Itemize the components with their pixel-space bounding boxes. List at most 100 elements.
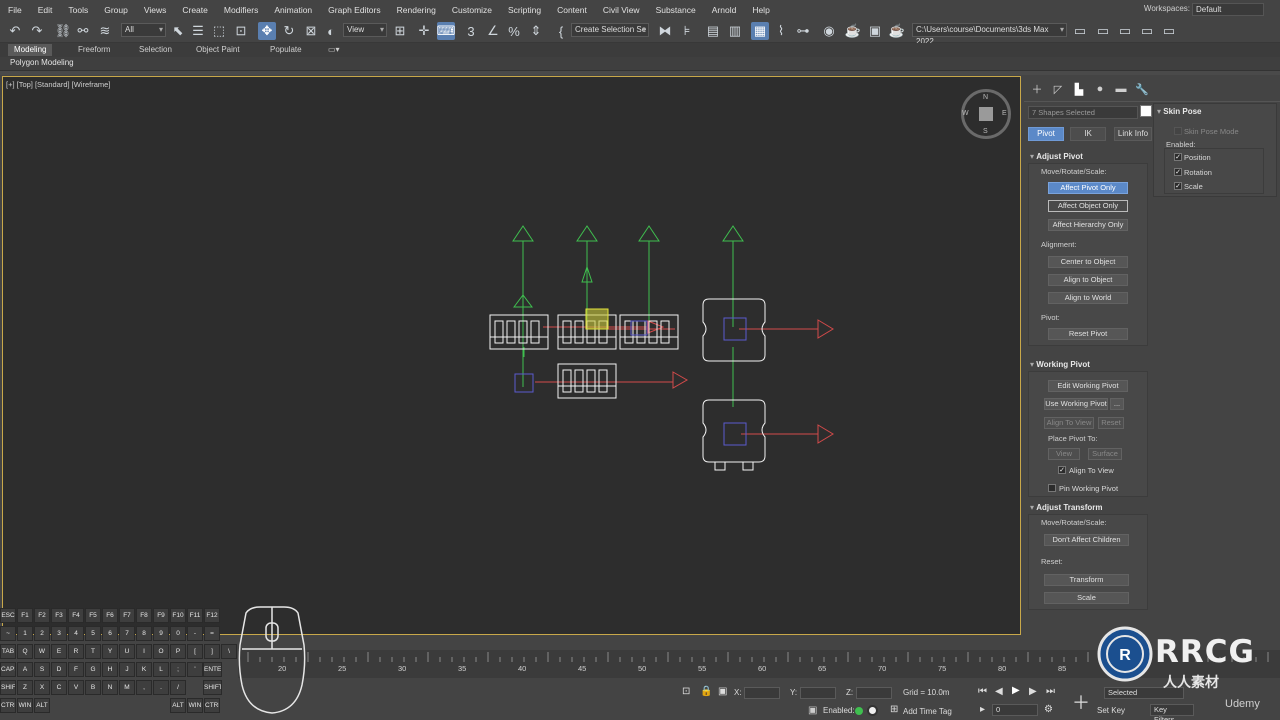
set-key-icon[interactable]: ＋ — [1072, 689, 1090, 715]
y-coord-field[interactable] — [800, 687, 836, 699]
adjust-transform-rollout-title[interactable]: Adjust Transform — [1030, 503, 1102, 512]
rotation-checkbox[interactable]: ✓ — [1174, 168, 1182, 176]
working-pivot-rollout-title[interactable]: Working Pivot — [1030, 360, 1090, 369]
edit-named-sets-icon[interactable]: { — [552, 22, 570, 40]
place-view-button[interactable]: View — [1048, 448, 1080, 460]
ribbon-toggle-icon[interactable]: ▦ — [751, 22, 769, 40]
add-folder-icon[interactable]: ▭ — [1160, 22, 1178, 40]
position-checkbox[interactable]: ✓ — [1174, 153, 1182, 161]
menu-item-views[interactable]: Views — [136, 5, 175, 15]
undo-icon[interactable]: ↶ — [6, 22, 24, 40]
reset-scale-button[interactable]: Scale — [1044, 592, 1129, 604]
motion-tab-icon[interactable]: ● — [1093, 82, 1107, 96]
rotate-icon[interactable]: ↻ — [280, 22, 298, 40]
pivot-tab[interactable]: Pivot — [1028, 127, 1064, 141]
menu-item-customize[interactable]: Customize — [444, 5, 500, 15]
create-tab-icon[interactable]: ＋ — [1030, 82, 1044, 96]
rendered-frame-icon[interactable]: ▣ — [866, 22, 884, 40]
layer-explorer-icon[interactable]: ▥ — [726, 22, 744, 40]
menu-item-scripting[interactable]: Scripting — [500, 5, 549, 15]
ribbon-tab-freeform[interactable]: Freeform — [72, 44, 116, 56]
project-path-select[interactable]: C:\Users\course\Documents\3ds Max 2022 — [912, 23, 1067, 46]
menu-item-edit[interactable]: Edit — [30, 5, 61, 15]
menu-item-file[interactable]: File — [0, 5, 30, 15]
select-object-icon[interactable]: ⬉ — [169, 22, 187, 40]
select-by-name-icon[interactable]: ☰ — [189, 22, 207, 40]
align-to-view-button[interactable]: Align To View — [1044, 417, 1094, 429]
align-to-world-button[interactable]: Align to World — [1048, 292, 1128, 304]
move-icon[interactable]: ✥ — [258, 22, 276, 40]
use-working-pivot-button[interactable]: Use Working Pivot — [1044, 398, 1108, 410]
working-pivot-options-button[interactable]: ... — [1110, 398, 1124, 410]
percent-snap-icon[interactable]: % — [505, 22, 523, 40]
snaps-icon[interactable]: 3 — [462, 22, 480, 40]
previous-frame-icon[interactable]: ◀ — [995, 686, 1003, 697]
top-viewport[interactable]: [+] [Top] [Standard] [Wireframe] N W E S — [2, 76, 1021, 635]
ref-coord-select[interactable]: View — [343, 23, 387, 37]
align-to-view-checkbox[interactable]: ✓ — [1058, 466, 1066, 474]
adjust-pivot-rollout-title[interactable]: Adjust Pivot — [1030, 152, 1083, 161]
hierarchy-tab-icon[interactable]: ▙ — [1072, 82, 1086, 96]
unlink-icon[interactable]: ⚯ — [74, 22, 92, 40]
render-setup-icon[interactable]: ☕ — [844, 22, 862, 40]
open-project-icon[interactable]: ▭ — [1094, 22, 1112, 40]
align-icon[interactable]: ⊧ — [678, 22, 696, 40]
time-tag-icon[interactable]: ⊞ — [890, 704, 898, 715]
place-icon[interactable]: ◐ — [322, 22, 340, 40]
bind-space-warp-icon[interactable]: ≋ — [96, 22, 114, 40]
next-frame-icon[interactable]: ▶ — [1029, 686, 1037, 697]
curve-editor-icon[interactable]: ⌇ — [772, 22, 790, 40]
ik-tab[interactable]: IK — [1070, 127, 1106, 141]
edit-working-pivot-button[interactable]: Edit Working Pivot — [1048, 380, 1128, 392]
affect-hierarchy-only-button[interactable]: Affect Hierarchy Only — [1048, 219, 1128, 231]
save-project-icon[interactable]: ▭ — [1116, 22, 1134, 40]
scene-geometry[interactable] — [3, 77, 1021, 635]
rect-selection-icon[interactable]: ⬚ — [210, 22, 228, 40]
keyboard-shortcut-icon[interactable]: ⌨ — [437, 22, 455, 40]
reset-working-pivot-button[interactable]: Reset — [1098, 417, 1124, 429]
utilities-tab-icon[interactable]: 🔧 — [1135, 82, 1149, 96]
ribbon-tab-selection[interactable]: Selection — [133, 44, 178, 56]
menu-item-create[interactable]: Create — [174, 5, 216, 15]
scale-icon[interactable]: ⊠ — [302, 22, 320, 40]
adaptive-degradation-icon[interactable] — [855, 707, 863, 715]
menu-item-civil-view[interactable]: Civil View — [595, 5, 648, 15]
object-color-swatch[interactable] — [1140, 105, 1152, 117]
time-config-icon[interactable] — [867, 705, 878, 716]
spinner-snap-icon[interactable]: ⇕ — [527, 22, 545, 40]
dont-affect-children-button[interactable]: Don't Affect Children — [1044, 534, 1129, 546]
reset-transform-button[interactable]: Transform — [1044, 574, 1129, 586]
select-manipulate-icon[interactable]: ✛ — [415, 22, 433, 40]
selection-filter-select[interactable]: All — [121, 23, 166, 37]
menu-item-group[interactable]: Group — [96, 5, 136, 15]
menu-item-help[interactable]: Help — [744, 5, 777, 15]
ribbon-tab-modeling[interactable]: Modeling — [8, 44, 53, 56]
pivot-center-icon[interactable]: ⊞ — [391, 22, 409, 40]
reset-pivot-button[interactable]: Reset Pivot — [1048, 328, 1128, 340]
add-time-tag-label[interactable]: Add Time Tag — [903, 707, 952, 716]
ribbon-tab-object-paint[interactable]: Object Paint — [190, 44, 246, 56]
time-config-button-icon[interactable]: ⚙ — [1044, 704, 1053, 715]
menu-item-modifiers[interactable]: Modifiers — [216, 5, 266, 15]
menu-item-tools[interactable]: Tools — [60, 5, 96, 15]
menu-item-animation[interactable]: Animation — [266, 5, 320, 15]
scale-checkbox[interactable]: ✓ — [1174, 182, 1182, 190]
skin-pose-mode-checkbox[interactable] — [1174, 127, 1182, 135]
angle-snap-icon[interactable]: ∠ — [484, 22, 502, 40]
go-to-start-icon[interactable]: ⏮ — [978, 686, 987, 697]
window-crossing-icon[interactable]: ⊡ — [232, 22, 250, 40]
pin-working-pivot-checkbox[interactable] — [1048, 484, 1056, 492]
menu-item-graph-editors[interactable]: Graph Editors — [320, 5, 388, 15]
link-icon[interactable]: ⛓ — [54, 22, 72, 40]
selection-name-field[interactable]: 7 Shapes Selected — [1028, 106, 1138, 119]
redo-icon[interactable]: ↷ — [28, 22, 46, 40]
render-icon[interactable]: ☕ — [888, 22, 906, 40]
z-coord-field[interactable] — [856, 687, 892, 699]
toggle-scene-explorer-icon[interactable]: ▤ — [704, 22, 722, 40]
center-to-object-button[interactable]: Center to Object — [1048, 256, 1128, 268]
ribbon-tab-populate[interactable]: Populate — [264, 44, 308, 56]
material-editor-icon[interactable]: ◉ — [820, 22, 838, 40]
x-coord-field[interactable] — [744, 687, 780, 699]
menu-item-rendering[interactable]: Rendering — [389, 5, 444, 15]
ribbon-options-icon[interactable]: ▭▾ — [322, 44, 346, 56]
